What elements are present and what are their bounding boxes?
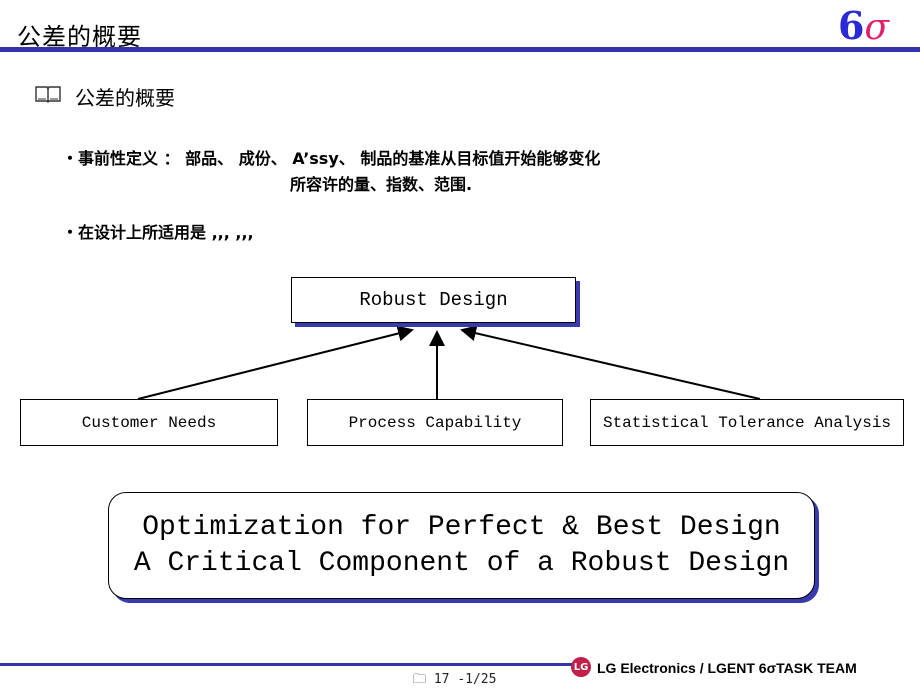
callout-line-1: Optimization for Perfect & Best Design <box>142 511 781 543</box>
callout-box: Optimization for Perfect & Best Design A… <box>108 492 815 599</box>
footer-company: LG Electronics / LGENT 6σTASK TEAM <box>597 660 857 676</box>
page-number-text: 17 -1/25 <box>433 672 497 687</box>
statistical-tolerance-box: Statistical Tolerance Analysis <box>590 399 904 446</box>
lg-logo-icon: LG <box>571 657 591 677</box>
footer-divider <box>0 663 572 666</box>
customer-needs-box: Customer Needs <box>20 399 278 446</box>
arrow-customer-needs <box>137 325 414 400</box>
callout-line-2: A Critical Component of a Robust Design <box>133 547 790 579</box>
robust-design-box: Robust Design <box>291 277 576 323</box>
process-capability-box: Process Capability <box>307 399 563 446</box>
folder-icon: 🗀 <box>413 672 427 687</box>
arrow-statistical-tolerance <box>460 325 761 400</box>
page-number: 🗀 17 -1/25 <box>413 670 496 692</box>
